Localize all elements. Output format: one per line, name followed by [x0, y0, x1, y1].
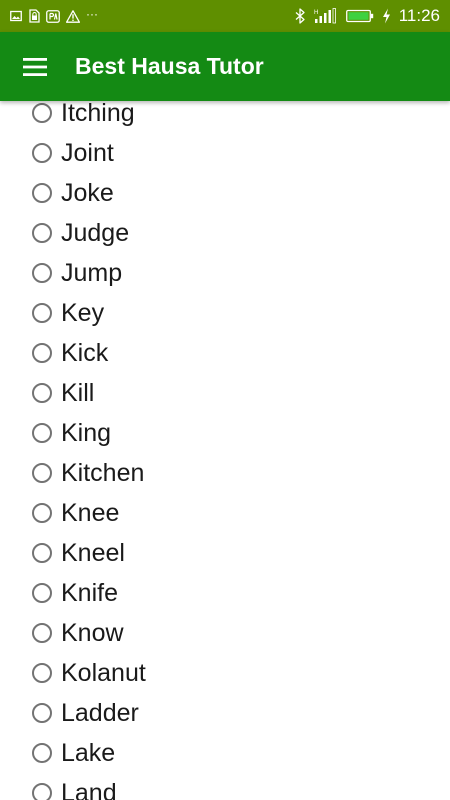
list-item[interactable]: King: [0, 413, 450, 453]
word-label: Itching: [61, 101, 135, 127]
menu-button[interactable]: [0, 32, 70, 101]
status-system-icons: H 11:26: [294, 6, 440, 26]
list-item[interactable]: Know: [0, 613, 450, 653]
radio-button-unchecked[interactable]: [32, 743, 52, 763]
list-item[interactable]: Knee: [0, 493, 450, 533]
word-label: Knife: [61, 578, 118, 607]
status-time: 11:26: [398, 6, 440, 25]
pay-icon: [46, 9, 60, 23]
svg-text:H: H: [314, 10, 318, 16]
word-label: Kneel: [61, 538, 125, 567]
radio-button-unchecked[interactable]: [32, 783, 52, 800]
word-label: Ladder: [61, 698, 139, 727]
radio-button-unchecked[interactable]: [32, 223, 52, 243]
bluetooth-icon: [294, 8, 306, 24]
word-label: Kill: [61, 378, 95, 407]
word-label: Kolanut: [61, 658, 146, 687]
word-label: Lake: [61, 738, 116, 767]
radio-button-unchecked[interactable]: [32, 583, 52, 603]
list-item[interactable]: Kitchen: [0, 453, 450, 493]
word-label: Know: [61, 618, 124, 647]
radio-button-unchecked[interactable]: [32, 143, 52, 163]
list-item[interactable]: Kneel: [0, 533, 450, 573]
signal-icon: H: [314, 8, 338, 24]
list-item[interactable]: Kill: [0, 373, 450, 413]
word-list-scroll-area[interactable]: Itching Joint Joke Judge Jump Key Kick K…: [0, 101, 450, 800]
radio-button-unchecked[interactable]: [32, 103, 52, 123]
word-label: Key: [61, 298, 105, 327]
radio-button-unchecked[interactable]: [32, 183, 52, 203]
radio-button-unchecked[interactable]: [32, 543, 52, 563]
list-item[interactable]: Key: [0, 293, 450, 333]
list-item[interactable]: Ladder: [0, 693, 450, 733]
word-label: Knee: [61, 498, 120, 527]
app-bar: Best Hausa Tutor: [0, 32, 450, 101]
word-label: Joint: [61, 138, 114, 167]
image-icon: [10, 10, 22, 22]
list-item[interactable]: Land: [0, 773, 450, 800]
status-overflow-dots: ···: [86, 7, 98, 21]
list-item[interactable]: Judge: [0, 213, 450, 253]
list-item[interactable]: Joint: [0, 133, 450, 173]
app-title: Best Hausa Tutor: [75, 53, 264, 79]
radio-button-unchecked[interactable]: [32, 663, 52, 683]
list-item[interactable]: Jump: [0, 253, 450, 293]
list-item[interactable]: Knife: [0, 573, 450, 613]
word-radio-list: Itching Joint Joke Judge Jump Key Kick K…: [0, 101, 450, 800]
hamburger-menu-icon: [23, 57, 47, 76]
charging-icon: [382, 8, 391, 24]
word-label: Kick: [61, 338, 109, 367]
word-label: Land: [61, 778, 117, 800]
warning-icon: [66, 9, 80, 23]
list-item[interactable]: Lake: [0, 733, 450, 773]
radio-button-unchecked[interactable]: [32, 423, 52, 443]
list-item[interactable]: Kick: [0, 333, 450, 373]
radio-button-unchecked[interactable]: [32, 703, 52, 723]
word-label: Kitchen: [61, 458, 145, 487]
radio-button-unchecked[interactable]: [32, 383, 52, 403]
status-notification-icons: ···: [10, 7, 294, 23]
word-label: King: [61, 418, 112, 447]
word-label: Joke: [61, 178, 114, 207]
status-bar: ··· H 11:26: [0, 0, 450, 32]
word-label: Judge: [61, 218, 130, 247]
radio-button-unchecked[interactable]: [32, 343, 52, 363]
list-item[interactable]: Itching: [0, 101, 450, 133]
radio-button-unchecked[interactable]: [32, 463, 52, 483]
radio-button-unchecked[interactable]: [32, 503, 52, 523]
list-item[interactable]: Kolanut: [0, 653, 450, 693]
radio-button-unchecked[interactable]: [32, 263, 52, 283]
sim-lock-icon: [28, 9, 40, 23]
battery-icon: [345, 9, 374, 23]
list-item[interactable]: Joke: [0, 173, 450, 213]
radio-button-unchecked[interactable]: [32, 623, 52, 643]
radio-button-unchecked[interactable]: [32, 303, 52, 323]
word-label: Jump: [61, 258, 123, 287]
